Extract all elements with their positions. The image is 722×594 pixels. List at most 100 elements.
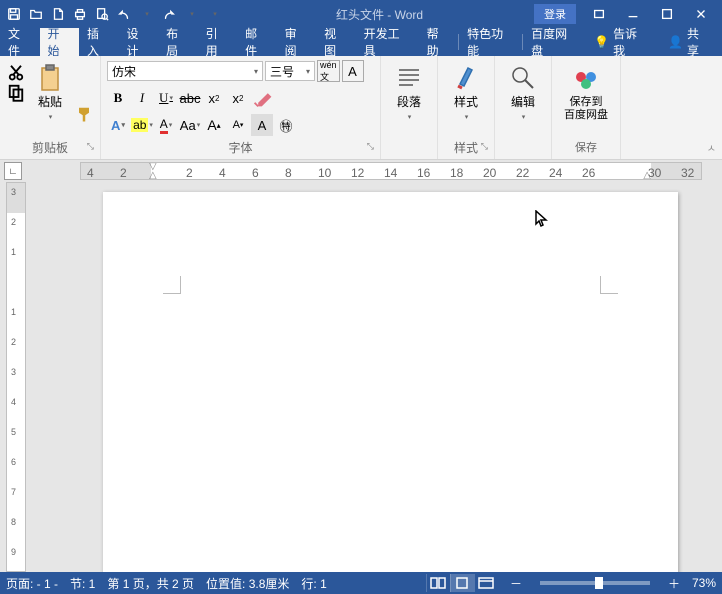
redo-dropdown-icon[interactable]: ▾ xyxy=(182,4,202,24)
collapse-ribbon-icon[interactable]: ㅅ xyxy=(707,140,716,155)
zoom-value[interactable]: 73% xyxy=(692,576,716,590)
hanging-indent-marker[interactable]: △ xyxy=(149,170,157,180)
ruler-tick: 2 xyxy=(11,337,16,347)
phonetic-guide-icon[interactable]: wén文 xyxy=(317,60,340,82)
status-section[interactable]: 节: 1 xyxy=(70,575,95,592)
font-size-combo[interactable]: 三号▾ xyxy=(265,61,315,81)
format-painter-icon[interactable] xyxy=(74,104,94,124)
tab-selector[interactable]: ∟ xyxy=(4,162,22,180)
mouse-cursor-icon xyxy=(535,210,549,233)
ruler-vertical[interactable]: 321123456789 xyxy=(6,182,26,572)
zoom-slider[interactable] xyxy=(540,581,650,585)
ruler-tick: 18 xyxy=(450,166,463,180)
cut-icon[interactable] xyxy=(6,62,26,82)
subscript-button[interactable]: x2 xyxy=(203,87,225,109)
tab-file[interactable]: 文件 xyxy=(0,28,40,56)
underline-button[interactable]: U▾ xyxy=(155,87,177,109)
undo-icon[interactable] xyxy=(114,4,134,24)
ruler-tick: 24 xyxy=(549,166,562,180)
text-effects-button[interactable]: A▾ xyxy=(107,114,129,136)
maximize-icon[interactable] xyxy=(650,2,684,26)
title-bar: ▾ ▾ ▾ 红头文件 - Word 登录 xyxy=(0,0,722,28)
tab-special[interactable]: 特色功能 xyxy=(459,28,522,56)
login-button[interactable]: 登录 xyxy=(534,4,576,24)
open-icon[interactable] xyxy=(26,4,46,24)
styles-launcher-icon[interactable]: ⤡ xyxy=(481,137,488,155)
group-font: 仿宋▾ 三号▾ wén文 A B I U▾ abc x2 x2 A▾ ab▾ A… xyxy=(101,56,381,159)
tab-developer[interactable]: 开发工具 xyxy=(356,28,419,56)
tab-home[interactable]: 开始 xyxy=(40,28,80,56)
print-layout-icon[interactable] xyxy=(450,574,474,592)
bold-button[interactable]: B xyxy=(107,87,129,109)
tab-view[interactable]: 视图 xyxy=(316,28,356,56)
status-pages[interactable]: 第 1 页，共 2 页 xyxy=(107,575,194,592)
editing-button[interactable]: 编辑▾ xyxy=(501,60,545,126)
font-launcher-icon[interactable]: ⤡ xyxy=(367,137,374,155)
save-icon[interactable] xyxy=(4,4,24,24)
clear-formatting-icon[interactable] xyxy=(251,86,275,110)
status-line[interactable]: 行: 1 xyxy=(301,575,326,592)
crop-mark-tr xyxy=(600,276,618,294)
web-layout-icon[interactable] xyxy=(474,574,498,592)
zoom-out-button[interactable]: － xyxy=(510,575,522,592)
new-icon[interactable] xyxy=(48,4,68,24)
copy-icon[interactable] xyxy=(6,82,26,102)
tab-references[interactable]: 引用 xyxy=(198,28,238,56)
ruler-tick: 22 xyxy=(516,166,529,180)
superscript-button[interactable]: x2 xyxy=(227,87,249,109)
highlight-button[interactable]: ab▾ xyxy=(131,114,153,136)
paragraph-icon xyxy=(393,62,425,94)
window-title: 红头文件 - Word xyxy=(225,6,534,23)
document-page[interactable] xyxy=(103,192,678,572)
paragraph-button[interactable]: 段落▾ xyxy=(387,60,431,126)
tab-insert[interactable]: 插入 xyxy=(79,28,119,56)
page-viewport[interactable] xyxy=(28,182,722,572)
editing-group-label xyxy=(499,139,547,157)
ruler-tick: 4 xyxy=(87,166,94,180)
strikethrough-button[interactable]: abc xyxy=(179,87,201,109)
zoom-thumb[interactable] xyxy=(595,577,603,589)
undo-dropdown-icon[interactable]: ▾ xyxy=(137,4,157,24)
paste-label: 粘贴▾ xyxy=(38,96,62,124)
tab-review[interactable]: 审阅 xyxy=(277,28,317,56)
crop-mark-tl xyxy=(163,276,181,294)
read-mode-icon[interactable] xyxy=(426,574,450,592)
tab-help[interactable]: 帮助 xyxy=(419,28,459,56)
print-preview-icon[interactable] xyxy=(92,4,112,24)
change-case-button[interactable]: Aa▾ xyxy=(179,114,201,136)
font-color-button[interactable]: A▾ xyxy=(155,114,177,136)
qat-customize-icon[interactable]: ▾ xyxy=(205,4,225,24)
styles-icon xyxy=(450,62,482,94)
status-position[interactable]: 位置值: 3.8厘米 xyxy=(206,575,289,592)
paste-button[interactable]: 粘贴▾ xyxy=(28,60,72,126)
close-icon[interactable] xyxy=(684,2,718,26)
shrink-font-button[interactable]: A▾ xyxy=(227,114,249,136)
grow-font-button[interactable]: A▴ xyxy=(203,114,225,136)
ruler-tick: 1 xyxy=(11,307,16,317)
print-icon[interactable] xyxy=(70,4,90,24)
person-icon: 👤 xyxy=(668,35,683,49)
tab-design[interactable]: 设计 xyxy=(119,28,159,56)
ribbon-options-icon[interactable] xyxy=(582,2,616,26)
minimize-icon[interactable] xyxy=(616,2,650,26)
tab-mailings[interactable]: 邮件 xyxy=(237,28,277,56)
char-shading-button[interactable]: A xyxy=(251,114,273,136)
status-page[interactable]: 页面: - 1 - xyxy=(6,575,58,592)
ruler-tick: 32 xyxy=(681,166,694,180)
ruler-tick: 8 xyxy=(285,166,292,180)
styles-button[interactable]: 样式▾ xyxy=(444,60,488,126)
clipboard-launcher-icon[interactable]: ⤡ xyxy=(87,137,94,155)
zoom-in-button[interactable]: ＋ xyxy=(668,575,680,592)
tab-layout[interactable]: 布局 xyxy=(158,28,198,56)
font-name-combo[interactable]: 仿宋▾ xyxy=(107,61,263,81)
tab-baidu[interactable]: 百度网盘 xyxy=(523,28,586,56)
right-indent-marker[interactable]: △ xyxy=(643,170,651,180)
share-button[interactable]: 👤共享 xyxy=(656,25,722,59)
redo-icon[interactable] xyxy=(159,4,179,24)
enclose-char-button[interactable]: ㊕ xyxy=(275,114,297,136)
character-border-icon[interactable]: A xyxy=(342,60,364,82)
ruler-horizontal[interactable]: 4224681012141618202224263032 ▽ △ △ xyxy=(80,162,702,180)
save-baidu-button[interactable]: 保存到 百度网盘 xyxy=(558,60,614,124)
italic-button[interactable]: I xyxy=(131,87,153,109)
tell-me[interactable]: 💡告诉我 xyxy=(586,28,656,56)
